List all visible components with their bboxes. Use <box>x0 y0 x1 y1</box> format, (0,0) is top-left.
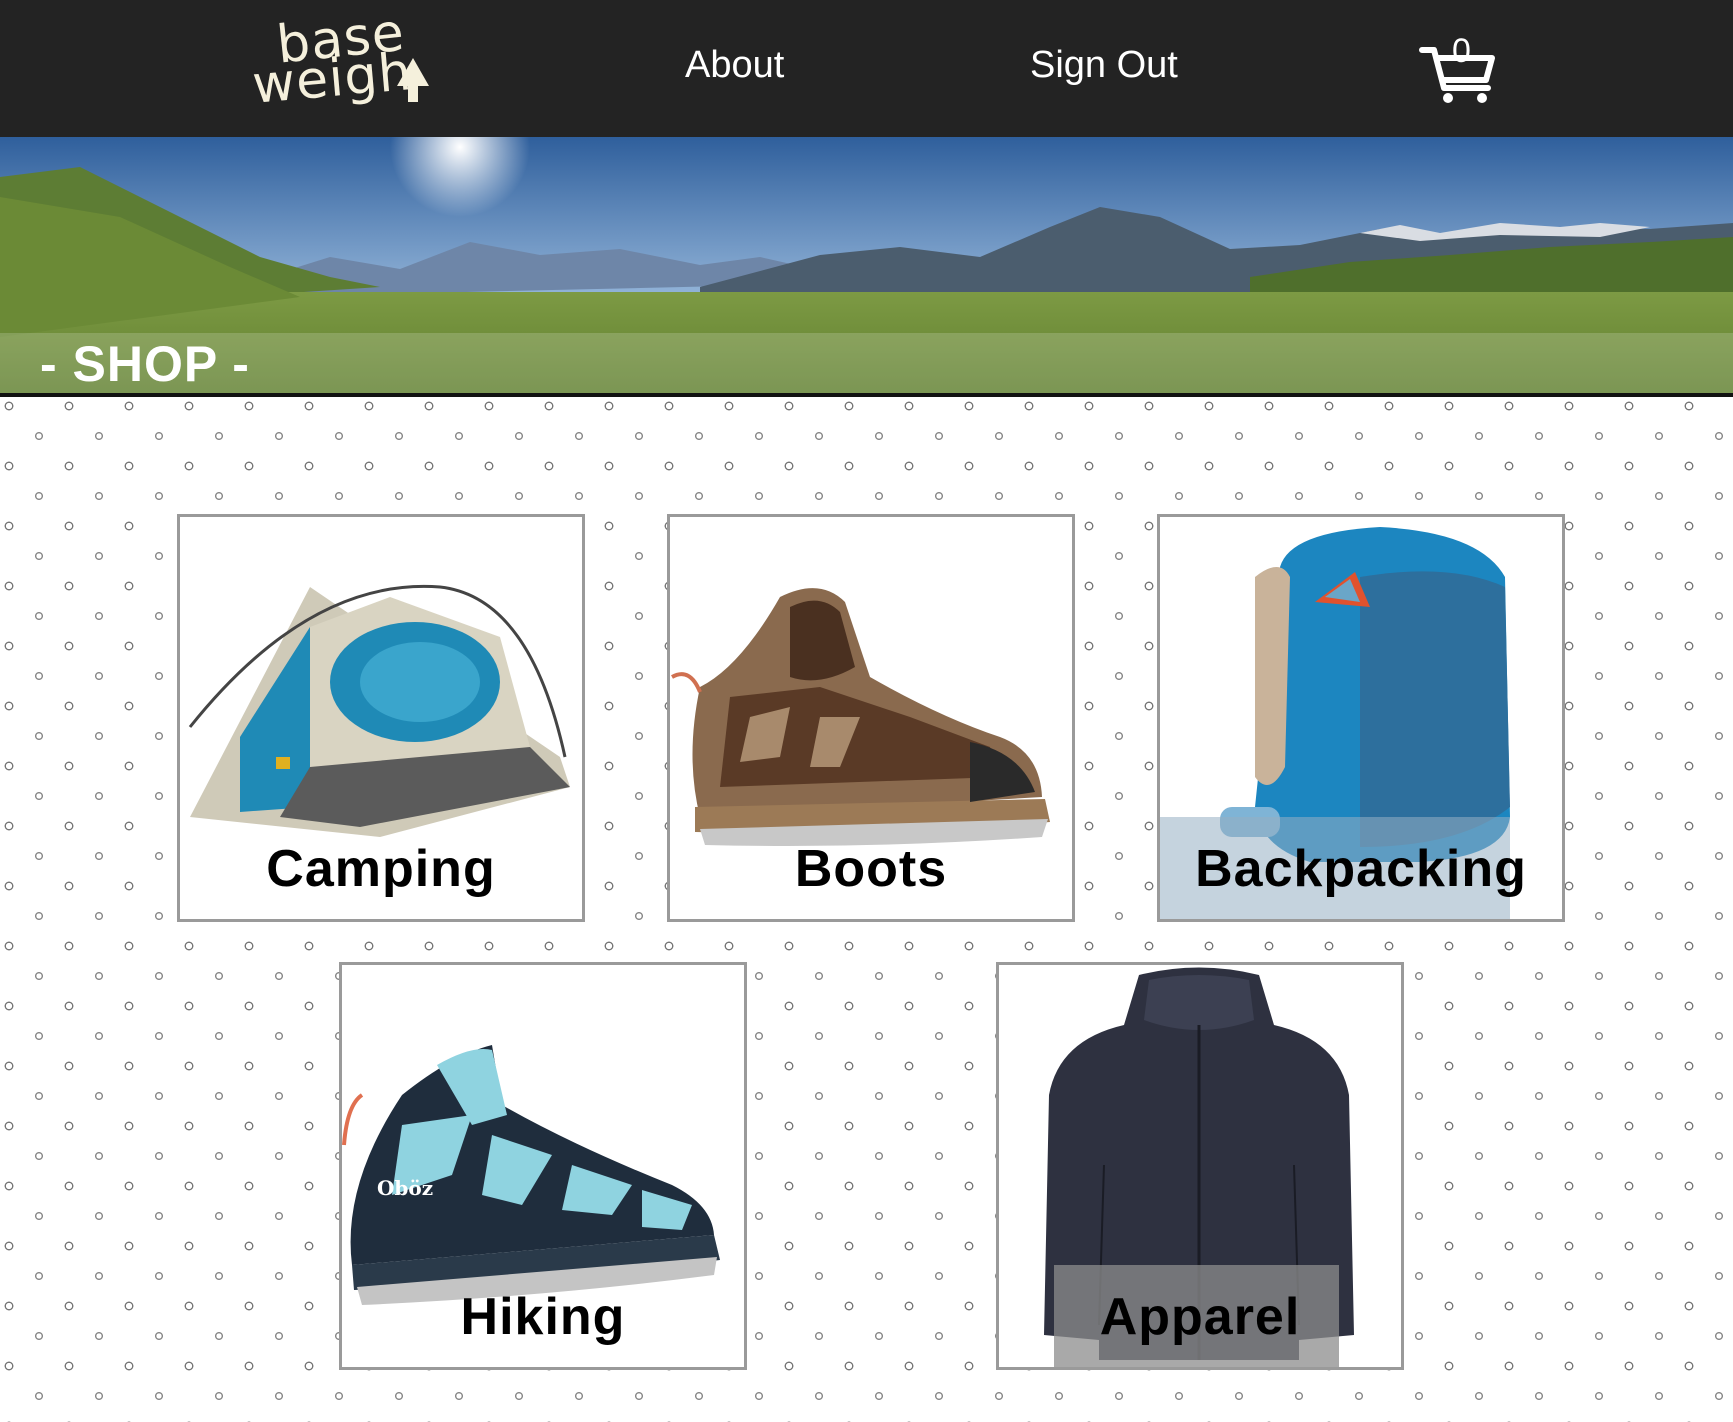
category-label: Backpacking <box>1195 840 1527 898</box>
cart-count: 0 <box>1452 32 1471 70</box>
baseweight-logo[interactable]: base weigh <box>248 3 438 120</box>
category-card-boots[interactable]: Boots <box>667 514 1075 922</box>
cart-button[interactable]: 0 <box>1418 32 1498 106</box>
hero-title-band <box>0 333 1733 393</box>
page-title: - SHOP - <box>40 336 250 392</box>
nav-sign-out-link[interactable]: Sign Out <box>1030 44 1178 87</box>
category-card-backpacking[interactable]: Backpacking <box>1157 514 1565 922</box>
hero-banner: - SHOP - <box>0 137 1733 397</box>
logo-text-line2: weigh <box>250 42 415 116</box>
nav-about-link[interactable]: About <box>685 44 784 87</box>
svg-text:Oböz: Oböz <box>377 1176 433 1200</box>
category-label: Camping <box>266 840 496 898</box>
category-label: Boots <box>794 840 948 898</box>
category-label: Apparel <box>1099 1288 1301 1346</box>
top-nav: base weigh About Sign Out 0 <box>0 0 1733 137</box>
category-card-camping[interactable]: Camping <box>177 514 585 922</box>
category-grid: Camping Boots Backpacking Oböz Hiking Ap… <box>0 397 1733 1422</box>
tree-icon <box>397 58 429 102</box>
category-label: Hiking <box>460 1288 626 1346</box>
category-card-hiking[interactable]: Oböz Hiking <box>339 962 747 1370</box>
category-card-apparel[interactable]: Apparel <box>996 962 1404 1370</box>
